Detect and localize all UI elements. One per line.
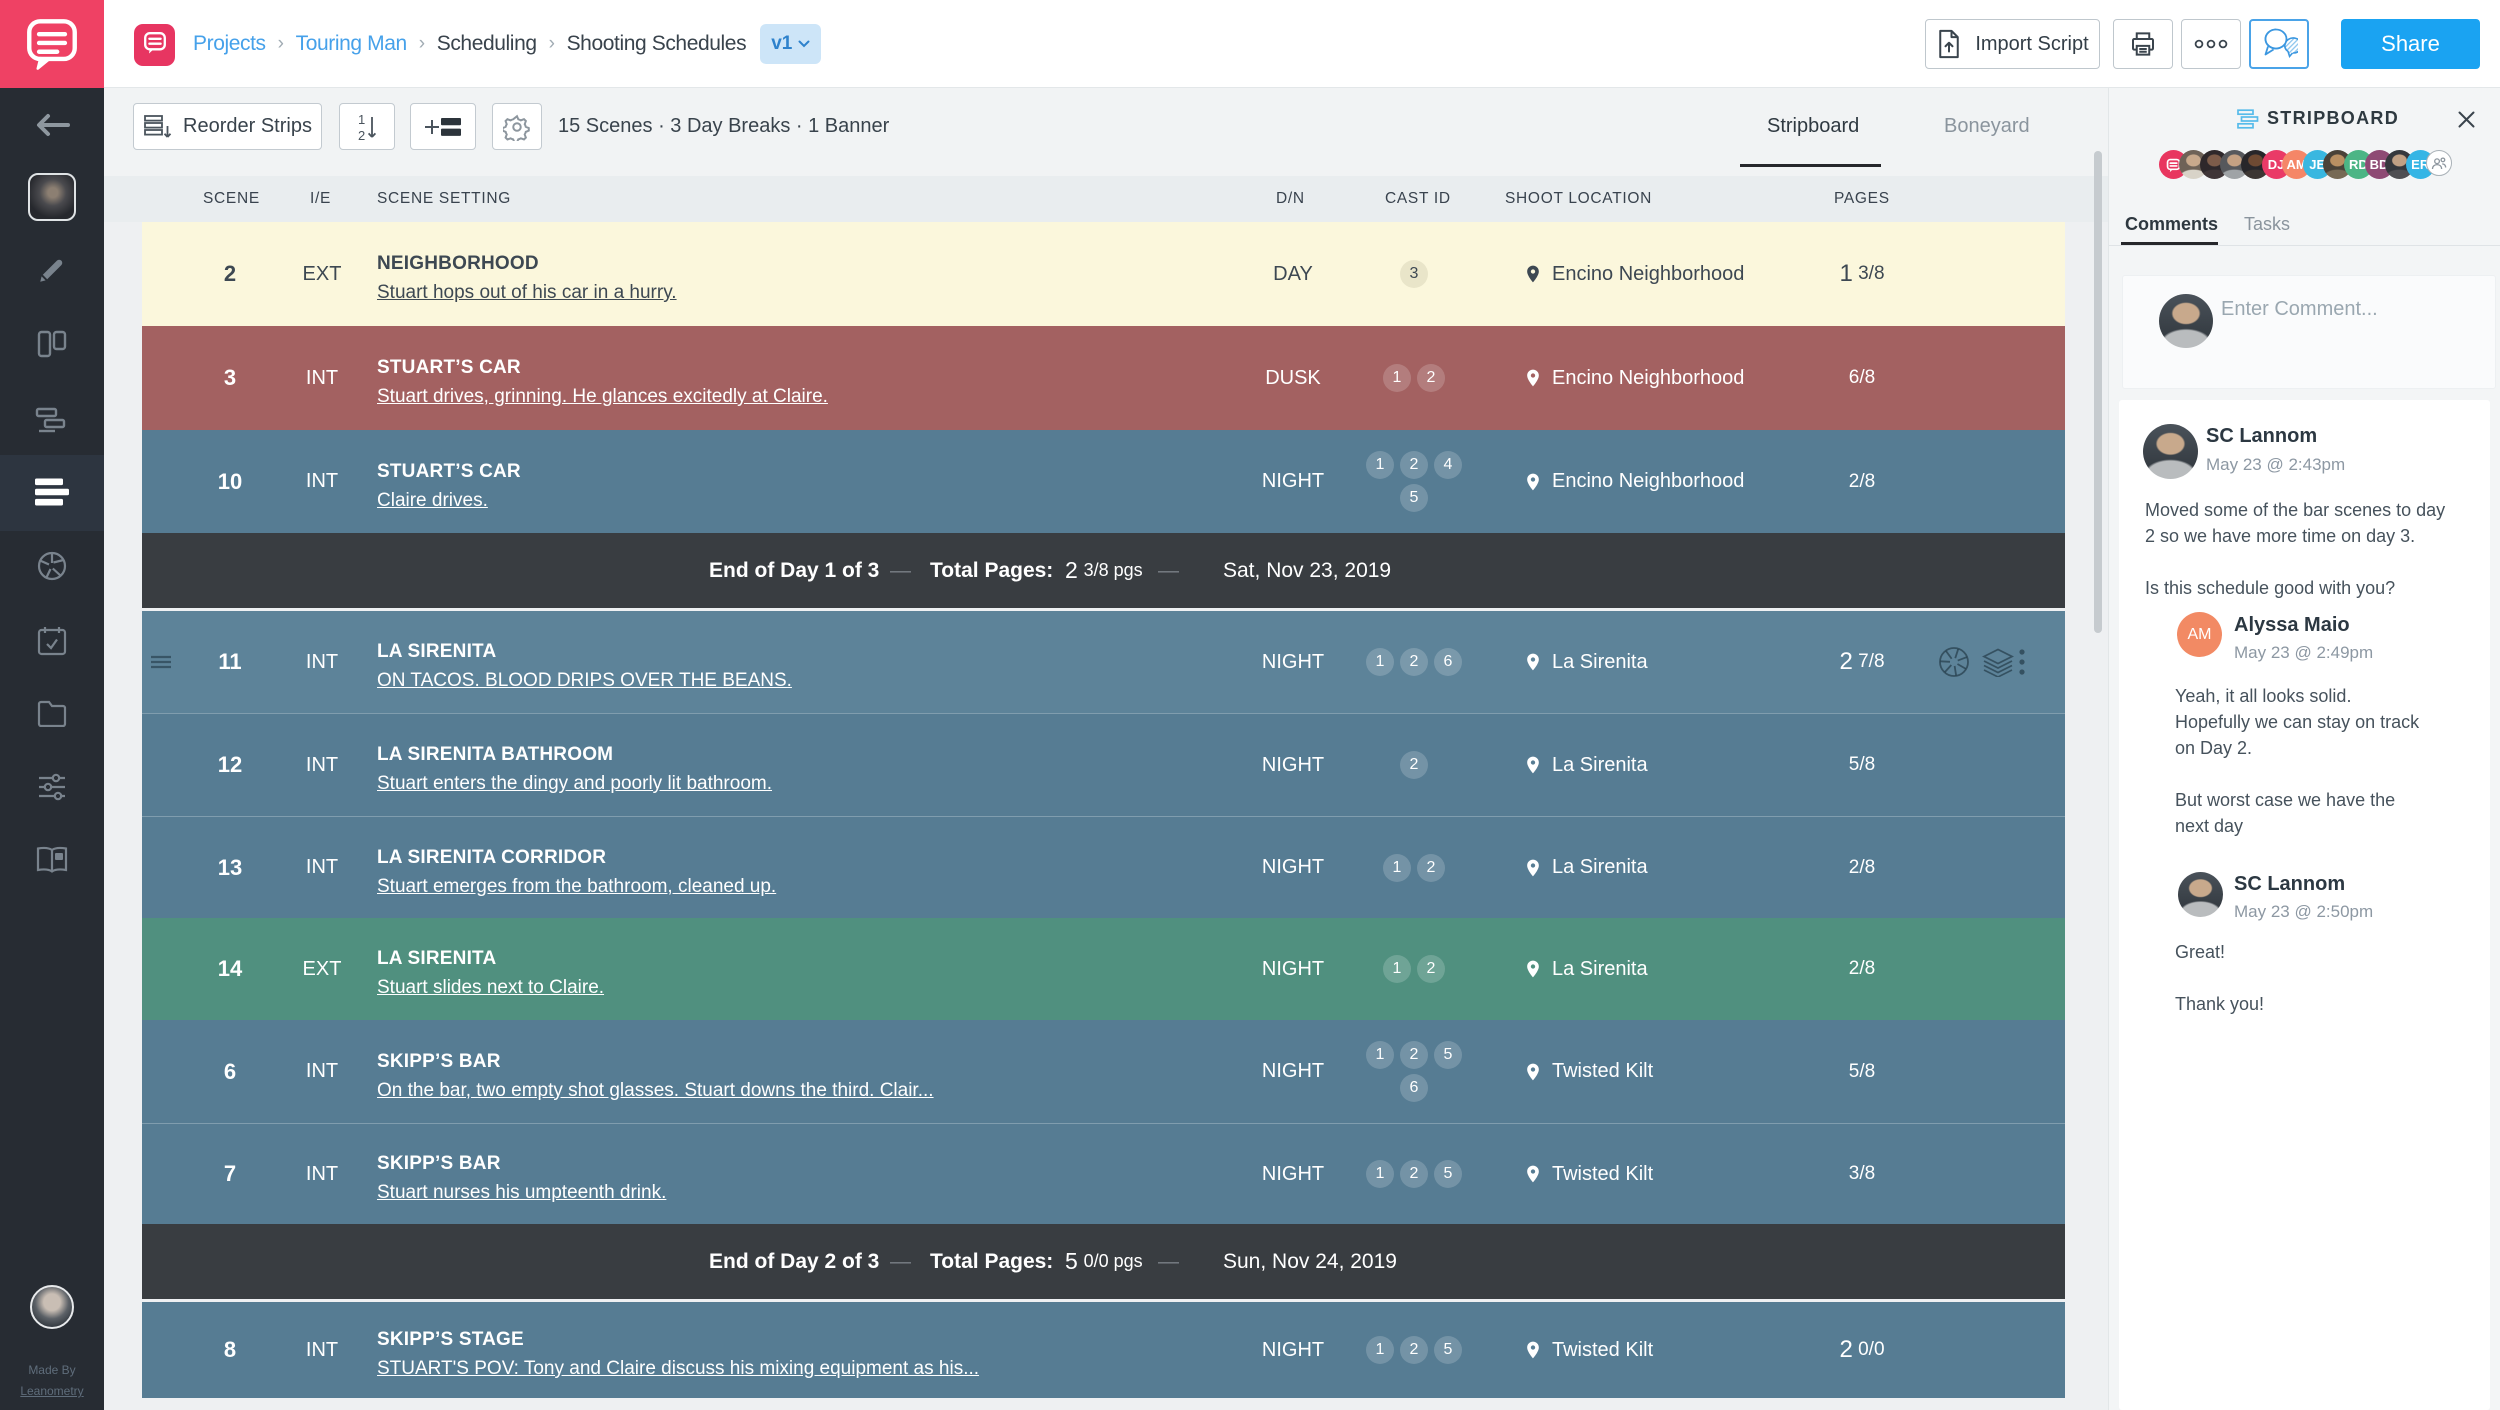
svg-text:2: 2 xyxy=(358,128,365,143)
svg-text:1: 1 xyxy=(358,112,365,127)
